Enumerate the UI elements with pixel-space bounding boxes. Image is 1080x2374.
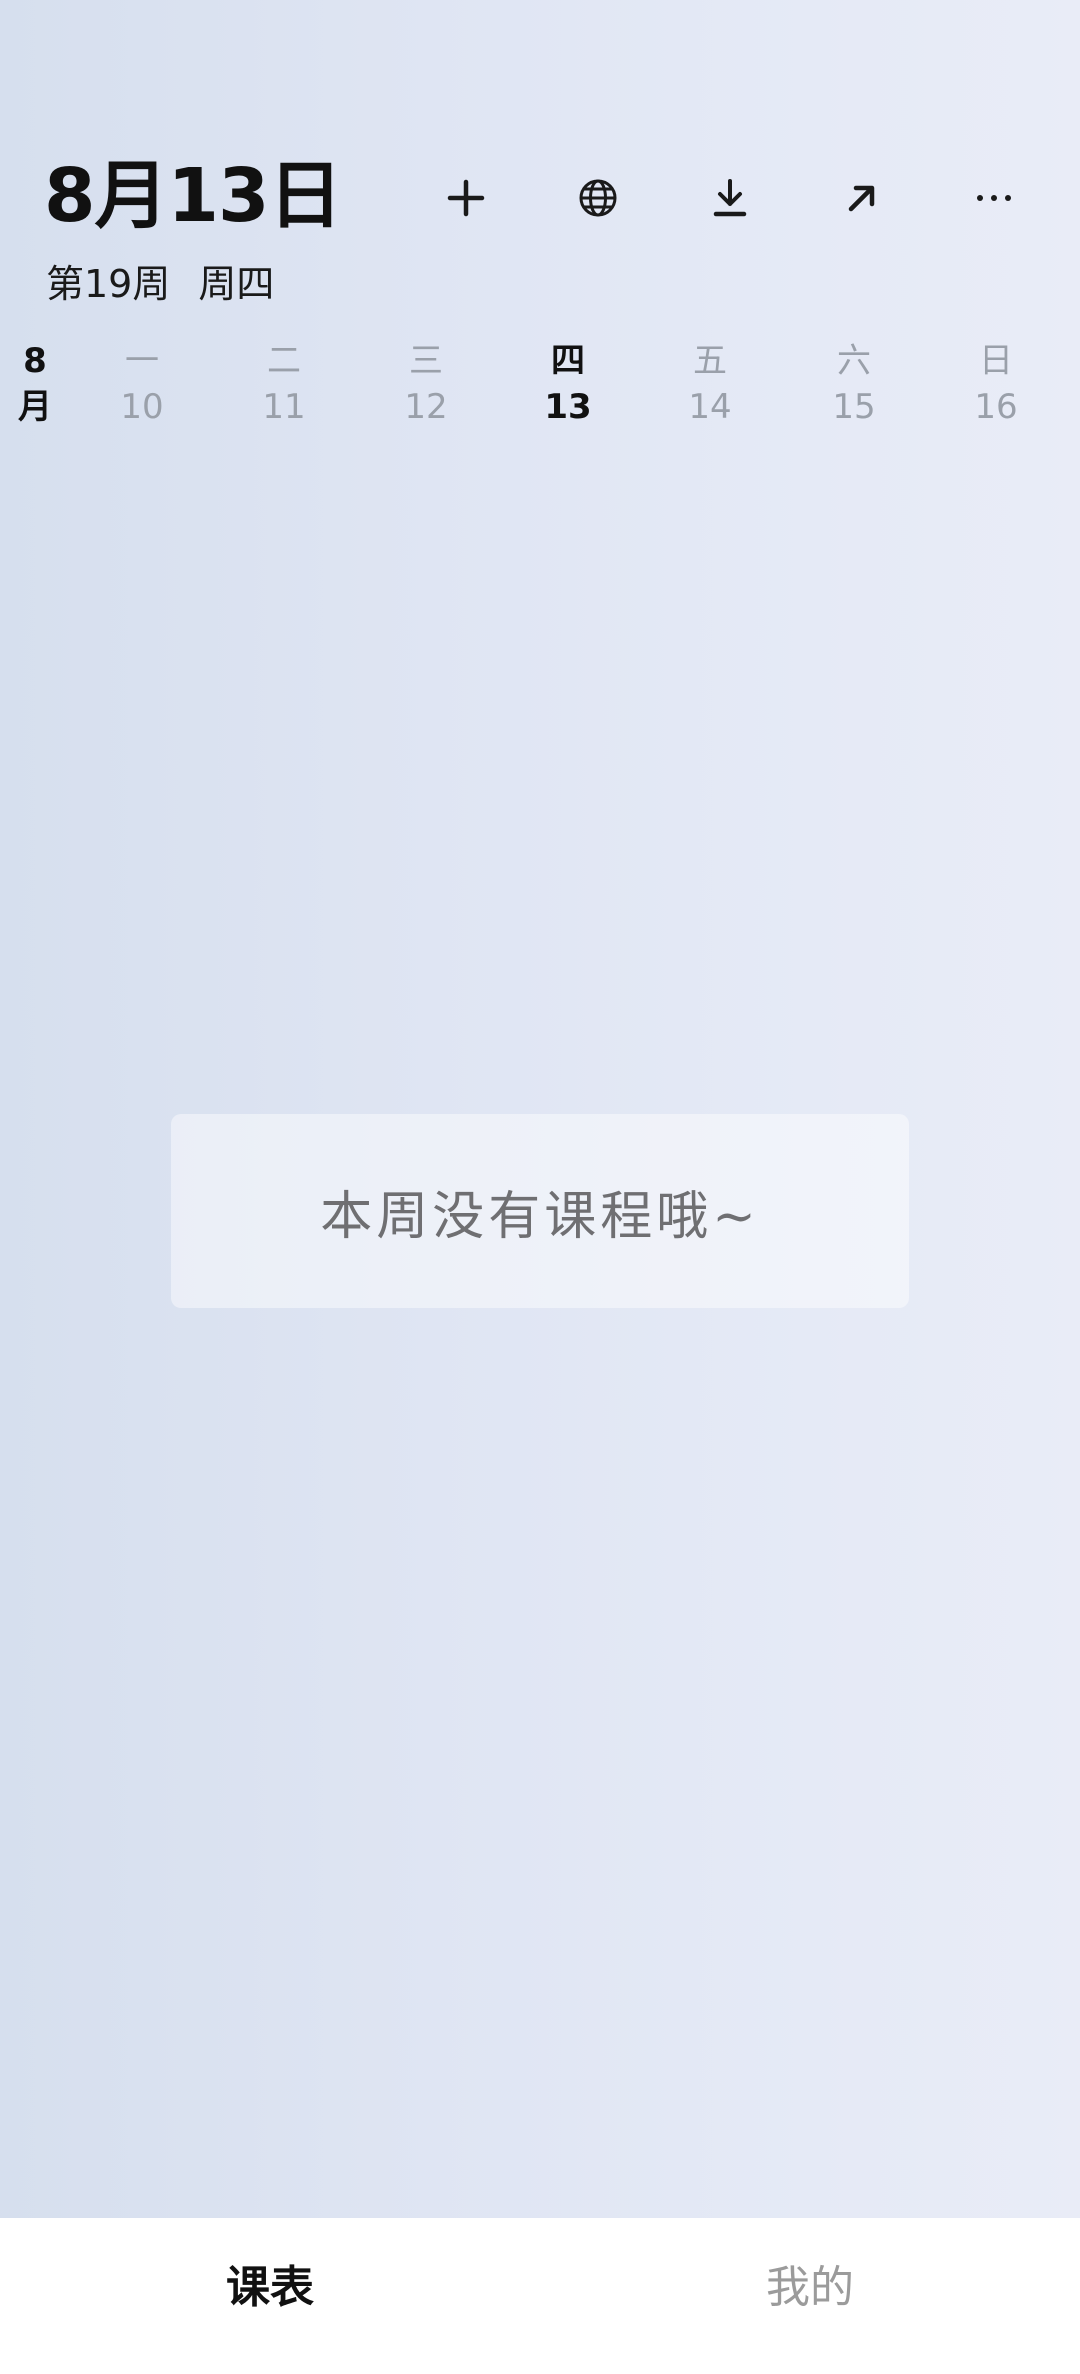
download-button[interactable] — [694, 162, 766, 234]
month-indicator: 8 月 — [10, 338, 60, 430]
day-column-thu[interactable]: 四 13 — [518, 338, 618, 430]
day-name: 六 — [837, 341, 871, 381]
day-column-wed[interactable]: 三 12 — [376, 338, 476, 430]
share-button[interactable] — [826, 162, 898, 234]
week-number-label: 第19周 — [46, 262, 171, 306]
tab-mine[interactable]: 我的 — [540, 2258, 1080, 2318]
day-name: 三 — [409, 341, 443, 381]
page-title: 8月13日 — [44, 153, 342, 239]
day-date: 16 — [974, 387, 1018, 427]
add-button[interactable] — [430, 162, 502, 234]
day-name: 一 — [125, 341, 159, 381]
empty-message: 本周没有课程哦~ — [320, 1186, 760, 1247]
day-column-tue[interactable]: 二 11 — [234, 338, 334, 430]
download-icon — [713, 179, 747, 217]
weekday-label: 周四 — [198, 262, 275, 306]
day-name: 日 — [979, 341, 1013, 381]
day-name: 二 — [267, 341, 301, 381]
day-date: 14 — [688, 387, 732, 427]
day-name: 四 — [551, 341, 585, 381]
day-date: 11 — [262, 387, 306, 427]
month-number: 8 — [23, 341, 47, 381]
week-header: 8 月 一 10 二 11 三 12 四 13 五 14 六 15 日 16 — [0, 338, 1080, 438]
tab-schedule[interactable]: 课表 — [0, 2258, 540, 2318]
toolbar — [430, 162, 1070, 234]
day-column-sun[interactable]: 日 16 — [946, 338, 1046, 430]
empty-schedule-notice: 本周没有课程哦~ — [171, 1114, 909, 1308]
globe-icon — [579, 179, 617, 217]
plus-icon — [447, 179, 485, 217]
day-name: 五 — [693, 341, 727, 381]
week-info: 第19周 周四 — [46, 256, 274, 312]
more-horizontal-icon — [977, 195, 1011, 201]
day-date: 13 — [544, 387, 592, 427]
arrow-up-right-icon — [848, 185, 875, 212]
more-button[interactable] — [958, 162, 1030, 234]
day-date: 12 — [404, 387, 448, 427]
day-column-sat[interactable]: 六 15 — [804, 338, 904, 430]
day-column-fri[interactable]: 五 14 — [660, 338, 760, 430]
globe-button[interactable] — [562, 162, 634, 234]
day-date: 10 — [120, 387, 164, 427]
day-date: 15 — [832, 387, 876, 427]
day-column-mon[interactable]: 一 10 — [92, 338, 192, 430]
month-char: 月 — [18, 387, 52, 427]
bottom-navigation: 课表 我的 — [0, 2218, 1080, 2374]
